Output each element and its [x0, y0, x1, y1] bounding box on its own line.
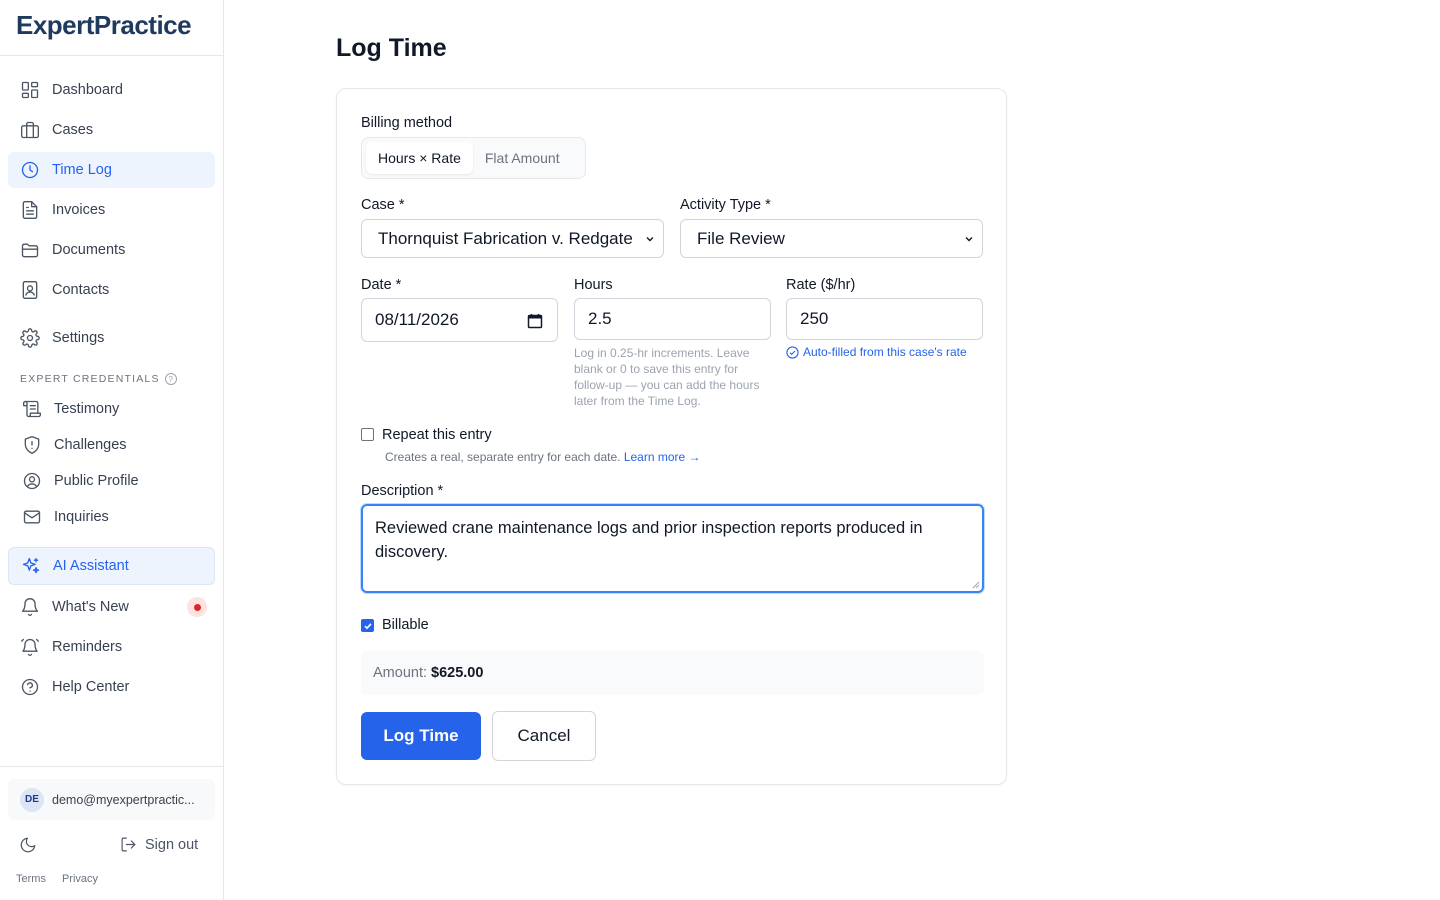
user-email: demo@myexpertpractic... [52, 792, 195, 807]
billable-checkbox[interactable] [361, 619, 374, 632]
hours-label: Hours [574, 277, 613, 293]
sidebar-item-settings[interactable]: Settings [8, 320, 215, 356]
sidebar-item-help-center[interactable]: Help Center [8, 669, 215, 705]
checkmark-icon [363, 622, 372, 629]
info-icon[interactable]: ? [164, 373, 177, 385]
description-textarea[interactable]: Reviewed crane maintenance logs and prio… [361, 504, 984, 593]
sidebar-item-contacts[interactable]: Contacts [8, 272, 215, 308]
invoice-icon [20, 200, 40, 220]
scroll-icon [22, 399, 42, 419]
sidebar-item-testimony[interactable]: Testimony [8, 391, 215, 427]
clock-icon [20, 160, 40, 180]
billing-method-toggle: Hours × Rate Flat Amount [361, 137, 586, 179]
divider [0, 766, 223, 767]
case-label: Case * [361, 197, 405, 213]
hours-help-text: Log in 0.25-hr increments. Leave blank o… [574, 346, 760, 408]
sidebar-item-label: Documents [52, 242, 126, 258]
case-select[interactable]: Thornquist Fabrication v. Redgate [361, 219, 664, 258]
contact-book-icon [20, 280, 40, 300]
notification-dot [187, 597, 207, 617]
sidebar-item-challenges[interactable]: Challenges [8, 427, 215, 463]
billing-option-hours-rate[interactable]: Hours × Rate [366, 142, 473, 174]
chevron-down-icon [965, 236, 973, 241]
sidebar-item-public-profile[interactable]: Public Profile [8, 463, 215, 499]
sign-out-button[interactable]: Sign out [120, 836, 198, 853]
calendar-icon[interactable] [527, 313, 543, 329]
sidebar-item-label: Dashboard [52, 82, 123, 98]
sidebar-item-label: Testimony [54, 401, 120, 417]
bell-icon [20, 597, 40, 617]
activity-type-label: Activity Type * [680, 197, 771, 213]
gear-icon [20, 328, 40, 348]
mail-icon [22, 507, 42, 527]
sidebar-item-invoices[interactable]: Invoices [8, 192, 215, 228]
user-circle-icon [22, 471, 42, 491]
activity-type-select[interactable]: File Review [680, 219, 983, 258]
sparkles-icon [21, 556, 41, 576]
help-circle-icon [20, 677, 40, 697]
moon-icon[interactable] [19, 836, 37, 854]
sidebar-item-label: Inquiries [54, 509, 109, 525]
sidebar-item-documents[interactable]: Documents [8, 232, 215, 268]
page-title: Log Time [336, 34, 447, 62]
log-time-button[interactable]: Log Time [361, 712, 481, 760]
app-logo[interactable]: ExpertPractice [0, 0, 223, 56]
sidebar-item-label: Time Log [52, 162, 112, 178]
sidebar-item-label: Reminders [52, 639, 123, 655]
rate-label: Rate ($/hr) [786, 277, 856, 293]
user-account[interactable]: DE demo@myexpertpractic... [8, 779, 215, 820]
sidebar-item-label: AI Assistant [53, 558, 129, 574]
sidebar-item-label: Contacts [52, 282, 110, 298]
repeat-entry-label: Repeat this entry [382, 427, 492, 443]
amount-summary: Amount: $625.00 [361, 651, 984, 695]
rate-autofill-note: Auto-filled from this case's rate [786, 345, 967, 359]
learn-more-link[interactable]: Learn more → [624, 450, 701, 464]
sidebar-item-cases[interactable]: Cases [8, 112, 215, 148]
rate-input[interactable]: 250 [786, 298, 983, 340]
sidebar-item-dashboard[interactable]: Dashboard [8, 72, 215, 108]
sidebar-item-ai-assistant[interactable]: AI Assistant [8, 547, 215, 585]
sidebar: ExpertPractice Dashboard Cases Time Log … [0, 0, 224, 900]
footer-links: Terms Privacy [16, 873, 98, 885]
sidebar-item-inquiries[interactable]: Inquiries [8, 499, 215, 535]
sidebar-item-reminders[interactable]: Reminders [8, 629, 215, 665]
chevron-down-icon [646, 236, 654, 241]
section-label-expert-credentials: EXPERT CREDENTIALS ? [20, 373, 177, 385]
billing-option-flat-amount[interactable]: Flat Amount [473, 142, 572, 174]
sidebar-item-time-log[interactable]: Time Log [8, 152, 215, 188]
sidebar-item-label: Public Profile [54, 473, 139, 489]
check-circle-icon [786, 345, 799, 359]
dashboard-icon [20, 80, 40, 100]
folder-icon [20, 240, 40, 260]
date-input[interactable]: 08/11/2026 [361, 298, 558, 342]
sidebar-item-label: Cases [52, 122, 94, 138]
sidebar-item-whats-new[interactable]: What's New [8, 589, 215, 625]
shield-alert-icon [22, 435, 42, 455]
alarm-icon [20, 637, 40, 657]
repeat-entry-help: Creates a real, separate entry for each … [385, 450, 701, 464]
sidebar-item-label: What's New [52, 599, 129, 615]
briefcase-icon [20, 120, 40, 140]
billable-label: Billable [382, 617, 429, 633]
description-label: Description * [361, 483, 444, 499]
sign-out-icon [121, 837, 136, 852]
sidebar-item-label: Invoices [52, 202, 106, 218]
sidebar-item-label: Challenges [54, 437, 127, 453]
sidebar-item-label: Help Center [52, 679, 130, 695]
terms-link[interactable]: Terms [16, 873, 46, 885]
date-label: Date * [361, 277, 402, 293]
sidebar-item-label: Settings [52, 330, 105, 346]
billing-method-label: Billing method [361, 115, 453, 131]
amount-value: $625.00 [431, 665, 484, 681]
cancel-button[interactable]: Cancel [492, 711, 596, 761]
privacy-link[interactable]: Privacy [62, 873, 98, 885]
resize-handle-icon[interactable] [972, 581, 980, 589]
hours-input[interactable]: 2.5 [574, 298, 771, 340]
avatar: DE [20, 787, 44, 812]
repeat-entry-checkbox[interactable] [361, 428, 374, 441]
